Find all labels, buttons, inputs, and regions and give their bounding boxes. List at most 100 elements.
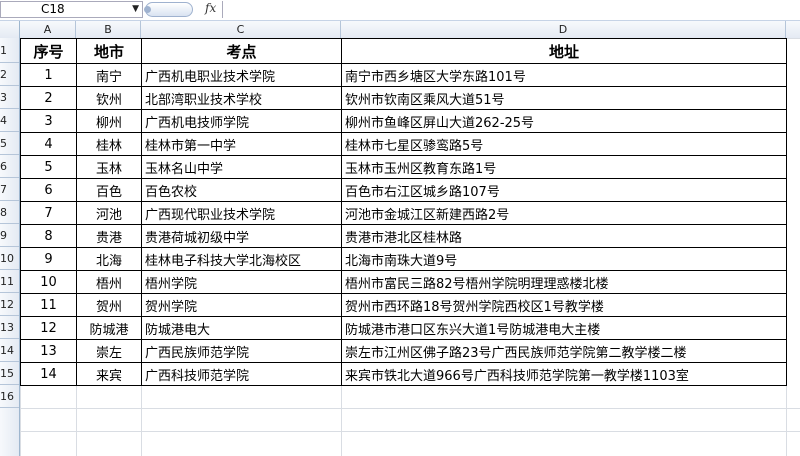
table-cell[interactable]: 防城港电大	[141, 316, 342, 340]
table-cell[interactable]: 南宁市西乡塘区大学东路101号	[341, 63, 787, 87]
table-cell[interactable]: 广西现代职业技术学院	[141, 201, 342, 225]
table-cell[interactable]: 桂林市七星区骖鸾路5号	[341, 132, 787, 156]
formula-controls: fx	[144, 1, 222, 18]
table-cell[interactable]: 北海	[76, 247, 142, 271]
column-header-c[interactable]: C	[141, 21, 341, 38]
header-cell[interactable]: 考点	[141, 38, 342, 64]
chevron-down-icon[interactable]: ▼	[132, 2, 139, 17]
row-header[interactable]: 4	[0, 109, 19, 132]
table-cell[interactable]: 贺州学院	[141, 293, 342, 317]
table-cell[interactable]: 梧州	[76, 270, 142, 294]
table-cell[interactable]: 广西机电职业技术学院	[141, 63, 342, 87]
table-cell[interactable]: 河池	[76, 201, 142, 225]
row-header[interactable]: 3	[0, 86, 19, 109]
table-cell[interactable]: 北部湾职业技术学校	[141, 86, 342, 110]
table-cell[interactable]: 北海市南珠大道9号	[341, 247, 787, 271]
table-cell[interactable]: 广西民族师范学院	[141, 339, 342, 363]
row-header[interactable]: 7	[0, 178, 19, 201]
row-header[interactable]: 2	[0, 63, 19, 86]
table-cell[interactable]: 河池市金城江区新建西路2号	[341, 201, 787, 225]
table-cell[interactable]: 百色市右江区城乡路107号	[341, 178, 787, 202]
row-header[interactable]: 15	[0, 362, 19, 385]
table-cell[interactable]: 广西机电技师学院	[141, 109, 342, 133]
table-cell[interactable]: 百色	[76, 178, 142, 202]
table-row: 10 梧州 梧州学院 梧州市富民三路82号梧州学院明理理惑楼北楼	[20, 270, 787, 294]
table-cell[interactable]: 8	[20, 224, 77, 248]
header-cell[interactable]: 地市	[76, 38, 142, 64]
table-row: 9 北海 桂林电子科技大学北海校区 北海市南珠大道9号	[20, 247, 787, 271]
table-cell[interactable]: 来宾市铁北大道966号广西科技师范学院第一教学楼1103室	[341, 362, 787, 386]
row-header[interactable]: 11	[0, 270, 19, 293]
row-header[interactable]: 16	[0, 385, 19, 408]
table-cell[interactable]: 南宁	[76, 63, 142, 87]
row-header[interactable]: 13	[0, 316, 19, 339]
name-box[interactable]: C18 ▼	[0, 1, 143, 18]
table-cell[interactable]: 13	[20, 339, 77, 363]
table-row: 1 南宁 广西机电职业技术学院 南宁市西乡塘区大学东路101号	[20, 63, 787, 87]
column-header-b[interactable]: B	[76, 21, 141, 38]
table-cell[interactable]: 梧州学院	[141, 270, 342, 294]
table-cell[interactable]: 7	[20, 201, 77, 225]
table-row: 8 贵港 贵港荷城初级中学 贵港市港北区桂林路	[20, 224, 787, 248]
row-header[interactable]: 10	[0, 247, 19, 270]
table-cell[interactable]: 6	[20, 178, 77, 202]
table-cell[interactable]: 12	[20, 316, 77, 340]
table-cell[interactable]: 贵港	[76, 224, 142, 248]
table-cell[interactable]: 柳州	[76, 109, 142, 133]
table-cell[interactable]: 玉林名山中学	[141, 155, 342, 179]
column-header-d[interactable]: D	[341, 21, 786, 38]
column-header-a[interactable]: A	[20, 21, 76, 38]
table-cell[interactable]: 广西科技师范学院	[141, 362, 342, 386]
table-cell[interactable]: 4	[20, 132, 77, 156]
table-cell[interactable]: 1	[20, 63, 77, 87]
table-cell[interactable]: 桂林市第一中学	[141, 132, 342, 156]
table-cell[interactable]: 崇左	[76, 339, 142, 363]
row-header[interactable]: 14	[0, 339, 19, 362]
table-cell[interactable]: 11	[20, 293, 77, 317]
table-cell[interactable]: 贺州	[76, 293, 142, 317]
header-cell[interactable]: 序号	[20, 38, 77, 64]
row-header[interactable]: 5	[0, 132, 19, 155]
column-header-bar: A B C D	[0, 21, 800, 39]
formula-bar: C18 ▼ fx	[0, 0, 800, 21]
row-header[interactable]: 8	[0, 201, 19, 224]
table-row: 14 来宾 广西科技师范学院 来宾市铁北大道966号广西科技师范学院第一教学楼1103…	[20, 362, 787, 386]
table-row: 2 钦州 北部湾职业技术学校 钦州市钦南区乘风大道51号	[20, 86, 787, 110]
table-cell[interactable]: 来宾	[76, 362, 142, 386]
table-row: 12 防城港 防城港电大 防城港市港口区东兴大道1号防城港电大主楼	[20, 316, 787, 340]
table-cell[interactable]: 桂林	[76, 132, 142, 156]
table-cell[interactable]: 柳州市鱼峰区屏山大道262-25号	[341, 109, 787, 133]
table-cell[interactable]: 贵港市港北区桂林路	[341, 224, 787, 248]
table-cell[interactable]: 防城港市港口区东兴大道1号防城港电大主楼	[341, 316, 787, 340]
insert-function-icon[interactable]: fx	[205, 1, 216, 15]
table-cell[interactable]: 3	[20, 109, 77, 133]
table-cell[interactable]: 5	[20, 155, 77, 179]
row-header-bar: 1 2 3 4 5 6 7 8 9 10 11 12 13 14 15 16	[0, 38, 20, 456]
table-cell[interactable]: 钦州市钦南区乘风大道51号	[341, 86, 787, 110]
table-cell[interactable]: 2	[20, 86, 77, 110]
row-header[interactable]: 9	[0, 224, 19, 247]
table-cell[interactable]: 14	[20, 362, 77, 386]
table-cell[interactable]: 百色农校	[141, 178, 342, 202]
select-all-corner[interactable]	[0, 21, 20, 38]
table-cell[interactable]: 防城港	[76, 316, 142, 340]
table-cell[interactable]: 玉林	[76, 155, 142, 179]
row-header[interactable]: 6	[0, 155, 19, 178]
formula-input[interactable]	[222, 1, 800, 18]
header-cell[interactable]: 地址	[341, 38, 787, 64]
table-cell[interactable]: 崇左市江州区佛子路23号广西民族师范学院第二教学楼二楼	[341, 339, 787, 363]
row-header[interactable]: 12	[0, 293, 19, 316]
table-cell[interactable]: 9	[20, 247, 77, 271]
table-row: 3 柳州 广西机电技师学院 柳州市鱼峰区屏山大道262-25号	[20, 109, 787, 133]
table-cell[interactable]: 贺州市西环路18号贺州学院西校区1号教学楼	[341, 293, 787, 317]
table-cell[interactable]: 钦州	[76, 86, 142, 110]
row-header[interactable]: 1	[0, 38, 19, 63]
formula-expand-handle[interactable]	[144, 2, 193, 17]
table-cell[interactable]: 贵港荷城初级中学	[141, 224, 342, 248]
table-row: 4 桂林 桂林市第一中学 桂林市七星区骖鸾路5号	[20, 132, 787, 156]
table-cell[interactable]: 梧州市富民三路82号梧州学院明理理惑楼北楼	[341, 270, 787, 294]
table-cell[interactable]: 玉林市玉州区教育东路1号	[341, 155, 787, 179]
table-cell[interactable]: 10	[20, 270, 77, 294]
table-cell[interactable]: 桂林电子科技大学北海校区	[141, 247, 342, 271]
table-row: 11 贺州 贺州学院 贺州市西环路18号贺州学院西校区1号教学楼	[20, 293, 787, 317]
